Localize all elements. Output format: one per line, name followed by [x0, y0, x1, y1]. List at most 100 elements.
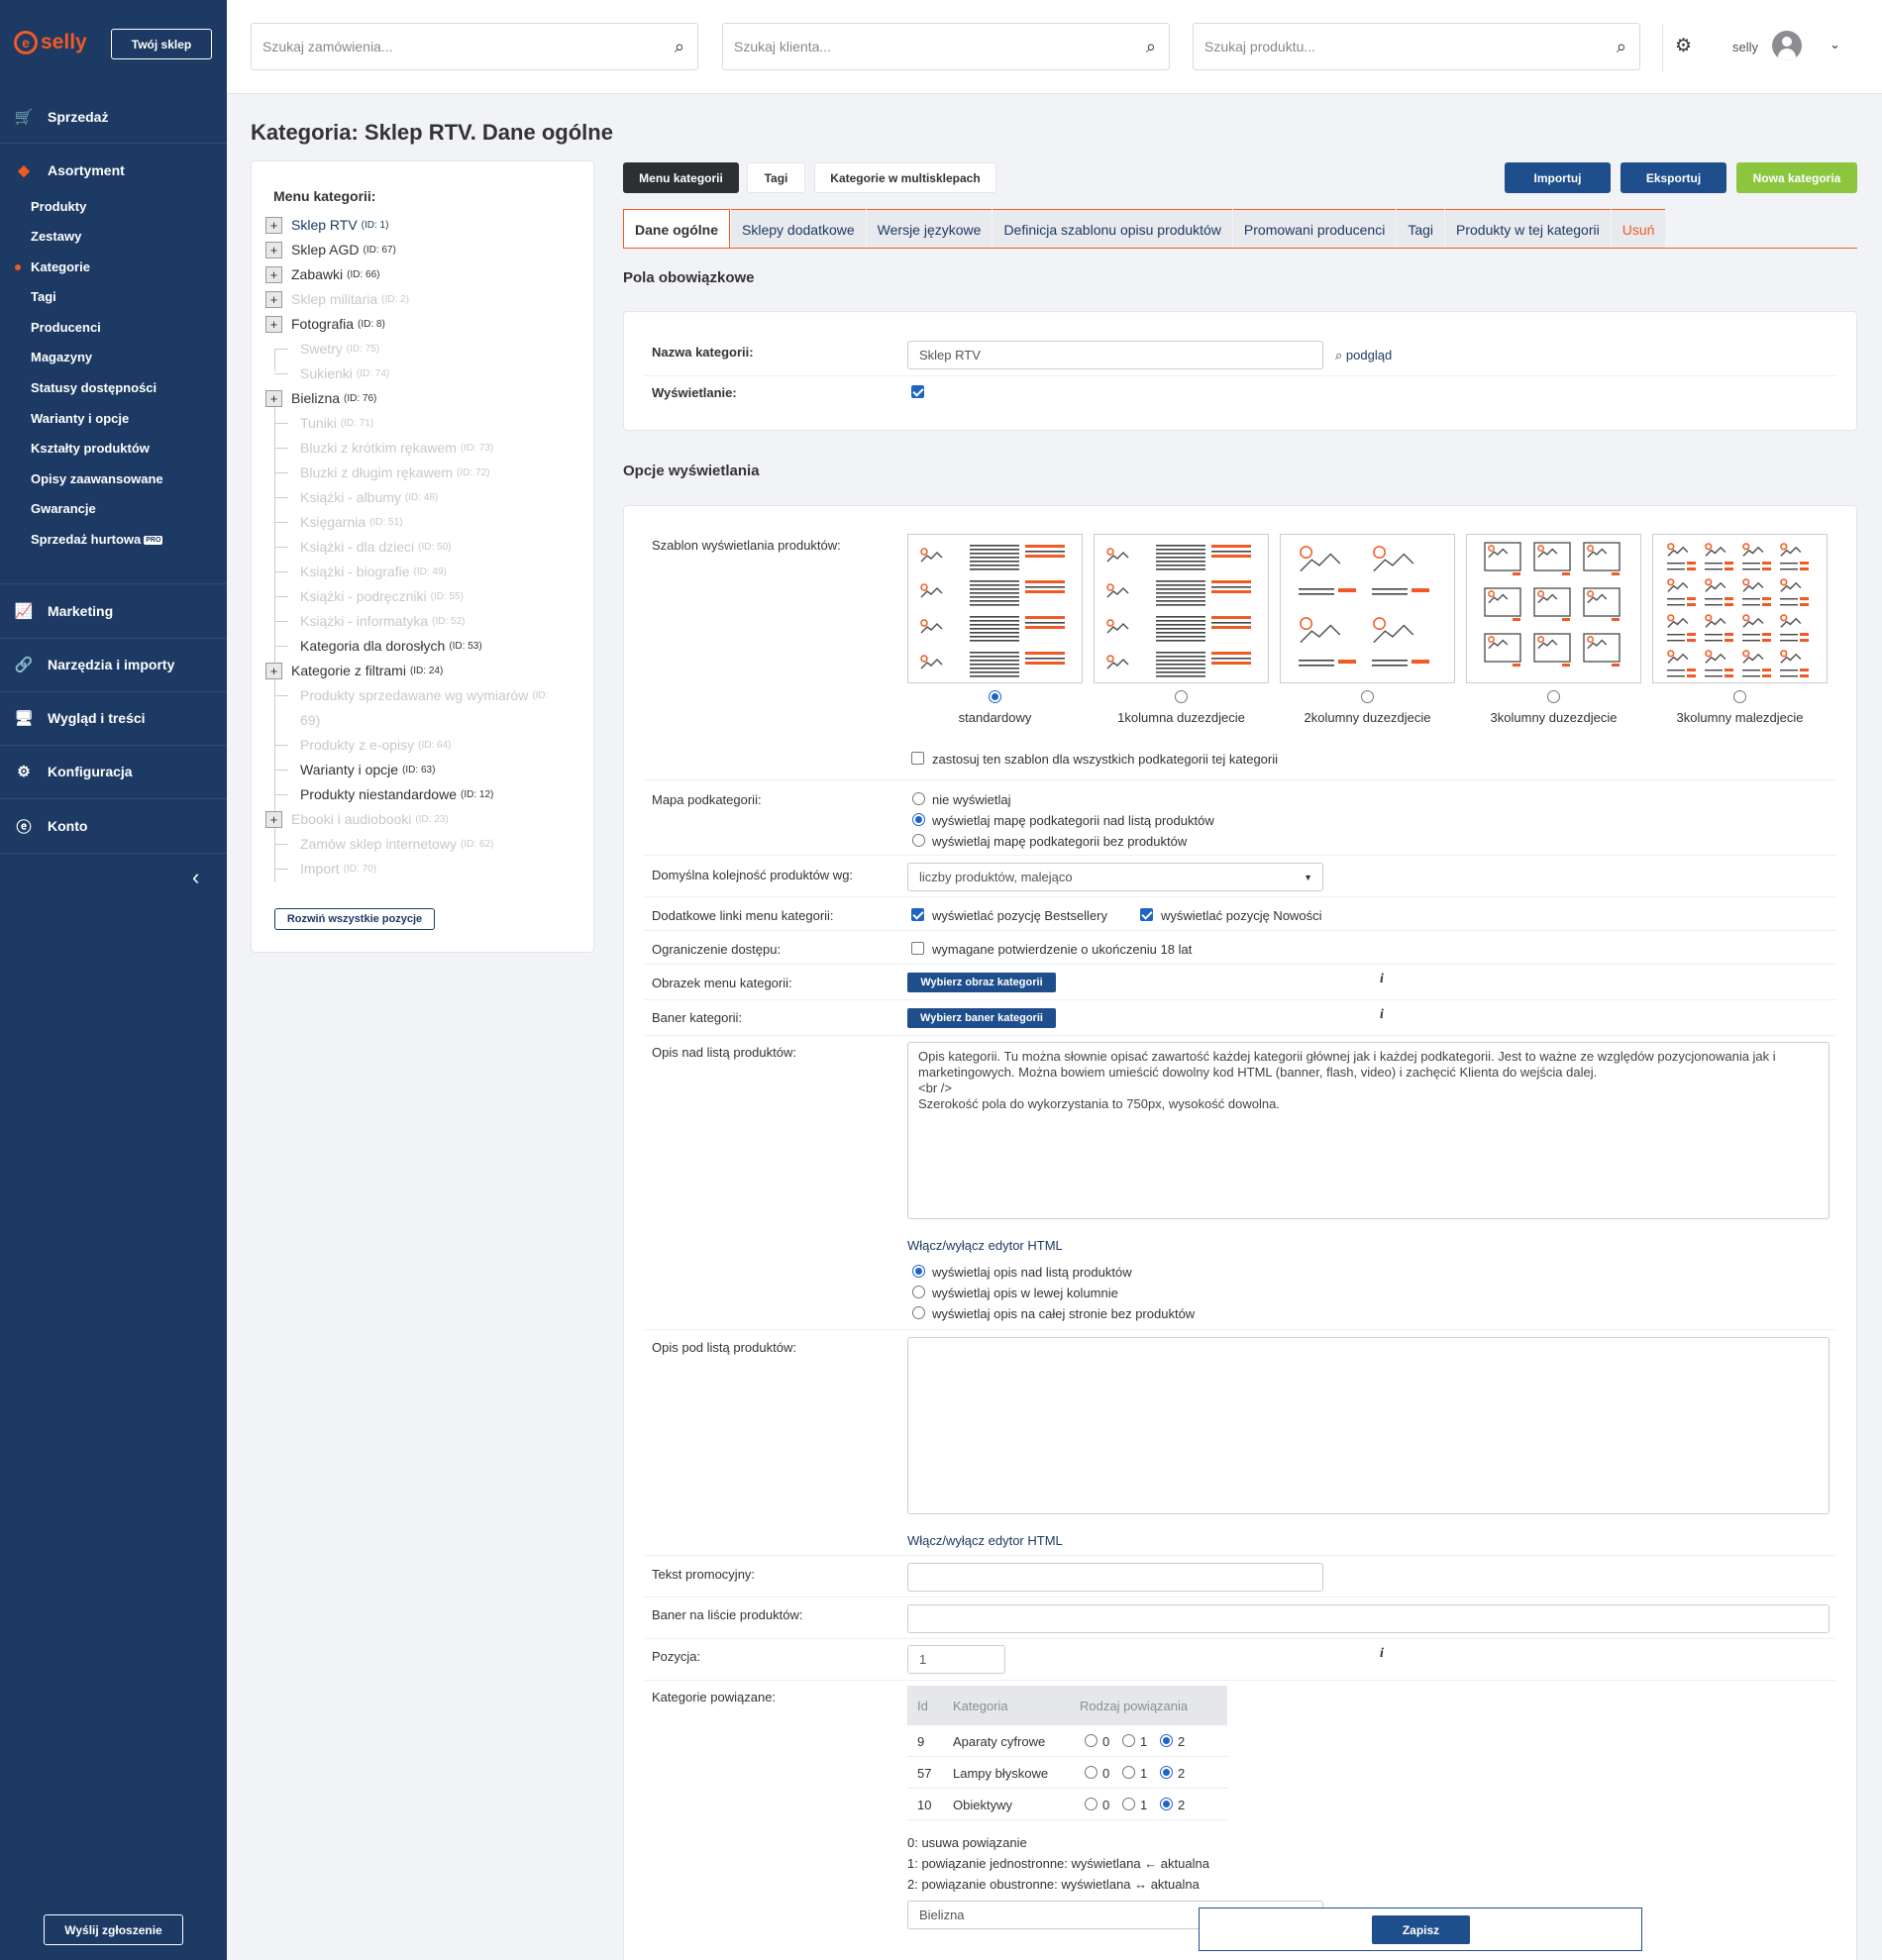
- expand-toggle-icon[interactable]: +: [265, 241, 282, 258]
- map-radio-none[interactable]: [912, 792, 925, 805]
- tree-item[interactable]: Produkty sprzedawane wg wymiarów (ID:: [265, 684, 548, 706]
- template-radio[interactable]: [989, 690, 1001, 703]
- settings-search-icon[interactable]: ⚙: [1675, 35, 1692, 57]
- tree-item[interactable]: Kategoria dla dorosłych (ID: 53): [265, 635, 482, 657]
- relation-radio[interactable]: [1160, 1766, 1173, 1779]
- subnav-availability[interactable]: Statusy dostępności: [31, 380, 157, 395]
- relation-radio[interactable]: [1122, 1798, 1135, 1810]
- expand-toggle-icon[interactable]: +: [265, 389, 282, 407]
- info-icon[interactable]: i: [1380, 1646, 1384, 1662]
- tree-item[interactable]: + Sklep militaria (ID: 2): [265, 288, 409, 310]
- expand-toggle-icon[interactable]: +: [265, 315, 282, 333]
- search-icon[interactable]: ⌕: [675, 37, 684, 57]
- search-icon[interactable]: ⌕: [1617, 37, 1626, 57]
- age-checkbox[interactable]: [911, 942, 924, 955]
- toggle-html-editor-link[interactable]: Włącz/wyłącz edytor HTML: [907, 1238, 1063, 1253]
- desc-above-textarea[interactable]: Opis kategorii. Tu można słownie opisać …: [907, 1042, 1830, 1219]
- tree-item[interactable]: Zamów sklep internetowy (ID: 62): [265, 833, 493, 855]
- choose-banner-button[interactable]: Wybierz baner kategorii: [907, 1008, 1056, 1028]
- promo-input[interactable]: [907, 1563, 1323, 1592]
- template-thumbnail[interactable]: [1094, 534, 1269, 683]
- relation-radio[interactable]: [1085, 1734, 1098, 1747]
- desc-below-textarea[interactable]: [907, 1337, 1830, 1514]
- subnav-variants[interactable]: Warianty i opcje: [31, 411, 129, 426]
- new-category-button[interactable]: Nowa kategoria: [1736, 162, 1857, 193]
- relation-radio[interactable]: [1160, 1798, 1173, 1810]
- expand-toggle-icon[interactable]: +: [265, 810, 282, 828]
- tree-item[interactable]: + Zabawki (ID: 66): [265, 263, 379, 285]
- relation-radio[interactable]: [1085, 1766, 1098, 1779]
- position-input[interactable]: 1: [907, 1645, 1005, 1674]
- toggle-html-editor-link[interactable]: Włącz/wyłącz edytor HTML: [907, 1533, 1063, 1548]
- nav-marketing[interactable]: 📈 Marketing: [0, 599, 227, 623]
- tree-item[interactable]: Księgarnia (ID: 51): [265, 511, 403, 533]
- tab-delete[interactable]: Usuń: [1611, 209, 1666, 249]
- subnav-producers[interactable]: Producenci: [31, 320, 101, 335]
- chevron-down-icon[interactable]: ⌄: [1830, 37, 1840, 52]
- collapse-sidebar-icon[interactable]: ‹: [192, 865, 199, 890]
- subnav-warranty[interactable]: Gwarancje: [31, 501, 96, 516]
- template-thumbnail[interactable]: [907, 534, 1083, 683]
- tree-item[interactable]: + Bielizna (ID: 76): [265, 387, 376, 409]
- menu-categories-button[interactable]: Menu kategorii: [623, 162, 739, 193]
- tree-item[interactable]: Bluzki z długim rękawem (ID: 72): [265, 462, 489, 483]
- multishop-categories-button[interactable]: Kategorie w multisklepach: [814, 162, 996, 193]
- import-button[interactable]: Importuj: [1505, 162, 1611, 193]
- tree-item[interactable]: + Kategorie z filtrami (ID: 24): [265, 660, 443, 681]
- selly-logo[interactable]: e selly: [14, 31, 87, 54]
- tags-button[interactable]: Tagi: [747, 162, 805, 193]
- expand-toggle-icon[interactable]: +: [265, 216, 282, 234]
- send-report-button[interactable]: Wyślij zgłoszenie: [44, 1914, 183, 1945]
- relation-radio[interactable]: [1160, 1734, 1173, 1747]
- desc-radio-left[interactable]: [912, 1286, 925, 1298]
- apply-all-checkbox[interactable]: [911, 752, 924, 765]
- subnav-sets[interactable]: Zestawy: [31, 229, 81, 244]
- tree-item[interactable]: Tuniki (ID: 71): [265, 412, 373, 434]
- nav-configuration[interactable]: ⚙ Konfiguracja: [0, 760, 227, 783]
- your-shop-button[interactable]: Twój sklep: [111, 29, 212, 59]
- template-radio[interactable]: [1733, 690, 1746, 703]
- search-orders-input[interactable]: Szukaj zamówienia... ⌕: [251, 23, 698, 70]
- expand-toggle-icon[interactable]: +: [265, 265, 282, 283]
- relation-radio[interactable]: [1122, 1734, 1135, 1747]
- tree-item[interactable]: Książki - biografie (ID: 49): [265, 561, 447, 582]
- tree-item[interactable]: + Ebooki i audiobooki (ID: 23): [265, 808, 449, 830]
- tab-description-template[interactable]: Definicja szablonu opisu produktów: [993, 209, 1232, 249]
- save-button[interactable]: Zapisz: [1372, 1915, 1470, 1944]
- tree-item[interactable]: + Sklep RTV (ID: 1): [265, 214, 388, 236]
- bestsellers-checkbox[interactable]: [911, 908, 924, 921]
- tab-extra-shops[interactable]: Sklepy dodatkowe: [731, 209, 866, 249]
- template-thumbnail[interactable]: [1280, 534, 1455, 683]
- preview-link[interactable]: ⌕ podgląd: [1335, 348, 1392, 363]
- order-select[interactable]: liczby produktów, malejąco ▼: [907, 863, 1323, 891]
- template-radio[interactable]: [1361, 690, 1374, 703]
- expand-toggle-icon[interactable]: +: [265, 290, 282, 308]
- tree-item[interactable]: Produkty niestandardowe (ID: 12): [265, 783, 493, 805]
- display-checkbox[interactable]: [911, 385, 924, 398]
- relation-radio[interactable]: [1085, 1798, 1098, 1810]
- tree-item[interactable]: Książki - dla dzieci (ID: 50): [265, 536, 452, 558]
- tree-item[interactable]: Warianty i opcje (ID: 63): [265, 759, 435, 780]
- desc-radio-above[interactable]: [912, 1265, 925, 1278]
- tree-item[interactable]: + Fotografia (ID: 8): [265, 313, 385, 335]
- export-button[interactable]: Eksportuj: [1621, 162, 1726, 193]
- expand-all-button[interactable]: Rozwiń wszystkie pozycje: [274, 908, 435, 930]
- subnav-wholesale[interactable]: Sprzedaż hurtowa PRO: [31, 532, 163, 547]
- tree-item[interactable]: Sukienki (ID: 74): [265, 362, 389, 384]
- tree-item[interactable]: Swetry (ID: 75): [265, 338, 379, 360]
- tab-languages[interactable]: Wersje językowe: [866, 209, 993, 249]
- tab-general[interactable]: Dane ogólne: [623, 209, 731, 249]
- category-name-input[interactable]: Sklep RTV: [907, 341, 1323, 369]
- news-checkbox[interactable]: [1140, 908, 1153, 921]
- map-radio-without[interactable]: [912, 834, 925, 847]
- template-radio[interactable]: [1547, 690, 1560, 703]
- tree-item[interactable]: Bluzki z krótkim rękawem (ID: 73): [265, 437, 493, 459]
- info-icon[interactable]: i: [1380, 1007, 1384, 1023]
- nav-sales[interactable]: 🛒 Sprzedaż: [0, 105, 227, 129]
- subnav-shapes[interactable]: Kształty produktów: [31, 441, 150, 456]
- subnav-categories[interactable]: Kategorie: [31, 259, 90, 274]
- nav-tools[interactable]: 🔗 Narzędzia i importy: [0, 653, 227, 676]
- search-icon[interactable]: ⌕: [1146, 37, 1156, 57]
- tree-item[interactable]: Książki - podręczniki (ID: 55): [265, 585, 464, 607]
- choose-image-button[interactable]: Wybierz obraz kategorii: [907, 973, 1056, 992]
